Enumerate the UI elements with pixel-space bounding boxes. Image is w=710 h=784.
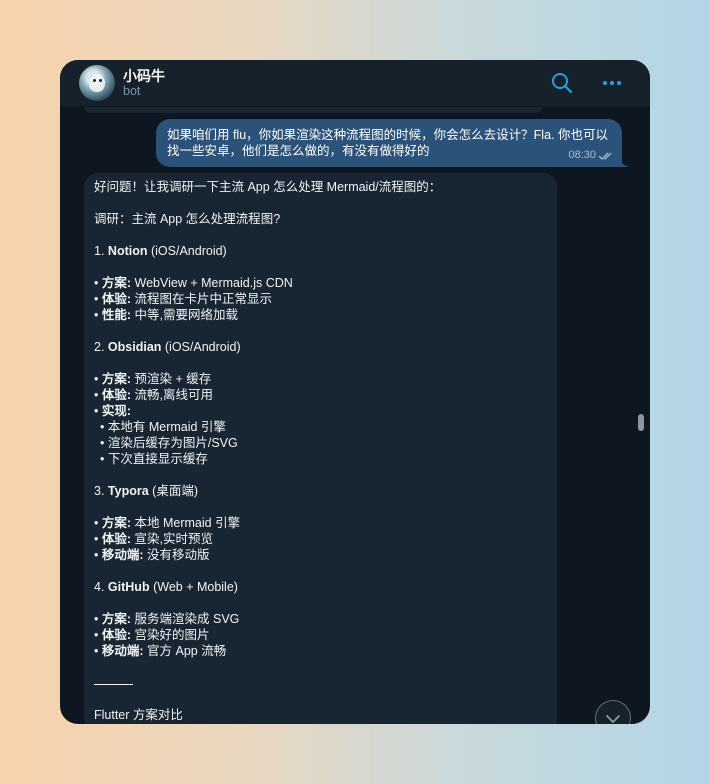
list-item: • 方案: 本地 Mermaid 引擎 <box>94 516 241 530</box>
bubble-tail <box>618 153 630 167</box>
chevron-down-icon <box>606 715 620 723</box>
list-item: • 方案: 预渲染 + 缓存 <box>94 372 212 386</box>
chat-title[interactable]: 小码牛 <box>123 66 165 86</box>
chat-status: bot <box>123 84 141 98</box>
list-item: • 方案: WebView + Mermaid.js CDN <box>94 276 293 290</box>
double-check-icon <box>598 152 612 160</box>
list-item: • 体验: 流畅,离线可用 <box>94 388 213 402</box>
message-list[interactable]: 如果咱们用 flu，你如果渲染这种流程图的时候，你会怎么去设计？Fla. 你也可… <box>60 107 650 724</box>
list-item: • 体验: 宫染好的图片 <box>94 628 210 642</box>
chat-header: 小码牛 bot <box>60 60 650 107</box>
search-icon[interactable] <box>550 71 574 95</box>
list-item: • 方案: 服务端渲染成 SVG <box>94 612 240 626</box>
scrollbar-thumb[interactable] <box>638 414 644 431</box>
reply-heading: 调研：主流 App 怎么处理流程图? <box>94 212 281 226</box>
list-item: • 性能: 中等,需要网络加载 <box>94 308 238 322</box>
more-icon[interactable] <box>600 71 624 95</box>
section-title: 2. Obsidian (iOS/Android) <box>94 340 241 354</box>
outgoing-message[interactable]: 如果咱们用 flu，你如果渲染这种流程图的时候，你会怎么去设计？Fla. 你也可… <box>156 119 622 167</box>
sub-list-item: • 本地有 Mermaid 引擎 <box>100 420 226 434</box>
scroll-down-button[interactable] <box>595 700 631 724</box>
incoming-message[interactable]: 好问题！让我调研一下主流 App 怎么处理 Mermaid/流程图的： 调研：主… <box>84 173 557 724</box>
message-time: 08:30 <box>568 149 596 161</box>
previous-message <box>84 107 542 113</box>
list-item: • 体验: 流程图在卡片中正常显示 <box>94 292 273 306</box>
list-item: • 移动端: 没有移动版 <box>94 548 210 562</box>
list-item: • 实现: <box>94 404 132 418</box>
divider <box>94 684 133 685</box>
list-item: • 体验: 宣染,实时预览 <box>94 532 213 546</box>
sub-list-item: • 渲染后缓存为图片/SVG <box>100 436 238 450</box>
avatar[interactable] <box>79 65 115 101</box>
message-text: 好问题！让我调研一下主流 App 怎么处理 Mermaid/流程图的： 调研：主… <box>94 179 549 723</box>
reply-intro: 好问题！让我调研一下主流 App 怎么处理 Mermaid/流程图的： <box>94 180 442 194</box>
reply-footer: Flutter 方案对比 <box>94 708 183 722</box>
list-item: • 移动端: 官方 App 流畅 <box>94 644 227 658</box>
message-text: 如果咱们用 flu，你如果渲染这种流程图的时候，你会怎么去设计？Fla. 你也可… <box>167 128 608 158</box>
chat-window: 小码牛 bot 如果咱们用 flu，你如果渲染这种流程图的时候，你会怎么去设计？… <box>60 60 650 724</box>
sub-list-item: • 下次直接显示缓存 <box>100 452 208 466</box>
section-title: 3. Typora (桌面端) <box>94 484 198 498</box>
section-title: 1. Notion (iOS/Android) <box>94 244 227 258</box>
section-title: 4. GitHub (Web + Mobile) <box>94 580 238 594</box>
